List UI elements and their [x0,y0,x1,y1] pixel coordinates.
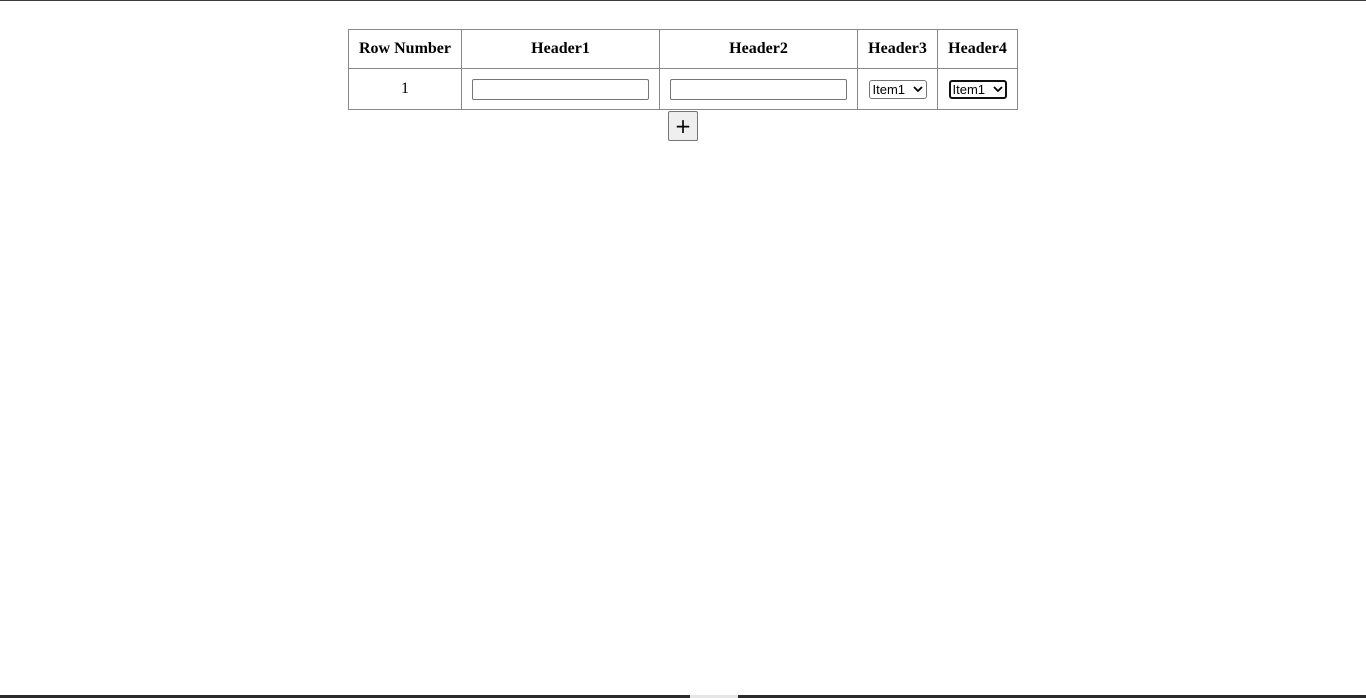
header2-cell [659,68,858,110]
header4-select-value: Item1 [952,81,986,97]
table-row: 1 Item1 Item1 [348,68,1018,110]
window-top-border [0,0,1366,1]
column-header-header1: Header1 [461,29,660,69]
add-row-button[interactable]: + [668,111,698,141]
chevron-down-icon [992,86,1003,93]
header3-select-value: Item1 [872,81,906,97]
chevron-down-icon [912,86,923,93]
column-header-row-number: Row Number [348,29,462,69]
table-body: 1 Item1 Item1 [348,68,1018,110]
header1-cell [461,68,660,110]
header2-input[interactable] [670,78,847,100]
column-header-header4: Header4 [937,29,1018,69]
header-row: Row Number Header1 Header2 Header3 Heade… [348,29,1018,69]
header4-select[interactable]: Item1 [948,79,1007,99]
header3-cell: Item1 [857,68,938,110]
header1-input[interactable] [472,78,649,100]
row-number-cell: 1 [348,68,462,110]
data-table: Row Number Header1 Header2 Header3 Heade… [348,29,1018,110]
header4-cell: Item1 [937,68,1018,110]
column-header-header3: Header3 [857,29,938,69]
column-header-header2: Header2 [659,29,858,69]
header3-select[interactable]: Item1 [868,79,927,99]
table-header: Row Number Header1 Header2 Header3 Heade… [348,29,1018,69]
